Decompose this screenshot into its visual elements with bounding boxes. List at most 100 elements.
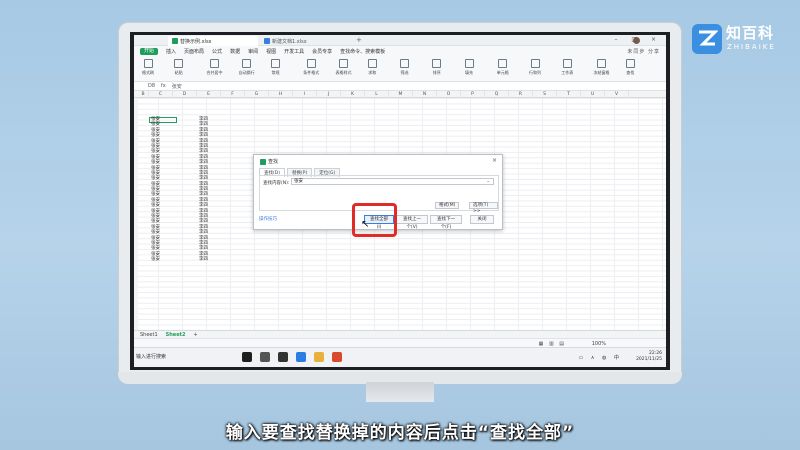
tab-new-workbook[interactable]: 新建文档1.xlsx	[260, 36, 350, 46]
ribbon-item[interactable]: 填充	[464, 59, 474, 76]
menu-item-insert[interactable]: 插入	[166, 48, 176, 55]
ribbon-item-label: 单元格	[496, 70, 509, 75]
app-icon[interactable]	[278, 352, 288, 362]
column-header[interactable]: U	[581, 91, 605, 98]
ribbon-item[interactable]: 排序	[432, 59, 442, 76]
taskbar-search[interactable]: 输入进行搜索	[136, 353, 166, 360]
ribbon-item-label: 常规	[271, 70, 280, 75]
column-header[interactable]: M	[389, 91, 413, 98]
toolbar-icon	[242, 59, 252, 68]
sync-share[interactable]: 未同步 分享	[627, 48, 660, 55]
sheet-tab-1[interactable]: Sheet1	[140, 332, 158, 338]
edge-browser-icon[interactable]	[296, 352, 306, 362]
menu-item-member[interactable]: 会员专享	[312, 48, 332, 55]
clock[interactable]: 22:26 2021/11/25	[636, 351, 662, 363]
command-search[interactable]: 查找命令、搜索模板	[340, 48, 385, 55]
ribbon-item[interactable]: 格式刷	[142, 59, 154, 76]
column-header[interactable]: H	[269, 91, 293, 98]
start-icon[interactable]	[242, 352, 252, 362]
tab-workbook[interactable]: 替换示例.xlsx	[168, 36, 258, 46]
close-button[interactable]: 关闭	[470, 215, 494, 224]
column-header[interactable]: G	[245, 91, 269, 98]
column-header[interactable]: E	[197, 91, 221, 98]
column-header[interactable]: V	[605, 91, 629, 98]
column-header[interactable]: T	[557, 91, 581, 98]
column-header[interactable]: R	[509, 91, 533, 98]
toolbar-icon	[562, 59, 572, 68]
table-row[interactable]: 张安 李四	[149, 257, 219, 262]
row-headers	[134, 98, 138, 330]
menu-item-data[interactable]: 数据	[230, 48, 240, 55]
taskbar-apps	[242, 352, 342, 362]
column-header[interactable]: B	[138, 91, 149, 98]
ribbon-item-label: 粘贴	[174, 70, 183, 75]
find-previous-button[interactable]: 查找上一个(V)	[396, 215, 428, 230]
ribbon-item[interactable]: 冻结窗格	[594, 59, 610, 76]
ribbon-item[interactable]: 条件格式	[303, 59, 319, 76]
find-input[interactable]: 张安 ⌄	[291, 178, 494, 185]
ribbon-item[interactable]: 行和列	[529, 59, 541, 76]
menu-item-home[interactable]: 开始	[140, 47, 159, 55]
add-sheet-icon[interactable]: +	[193, 332, 197, 338]
brand-name-en: ZHIBAIKE	[727, 43, 776, 51]
cell-value[interactable]: 张安	[151, 257, 160, 262]
fx-icon[interactable]: fx	[161, 83, 166, 89]
spreadsheet-icon	[172, 38, 178, 44]
column-header[interactable]: P	[461, 91, 485, 98]
find-next-button[interactable]: 查找下一个(F)	[430, 215, 462, 230]
column-header[interactable]: S	[533, 91, 557, 98]
ribbon-item[interactable]: 求和	[367, 59, 377, 76]
format-button[interactable]: 格式(M)	[435, 202, 460, 209]
ribbon-item[interactable]: 筛选	[400, 59, 409, 76]
ribbon-item[interactable]: 表格样式	[336, 59, 352, 76]
ribbon-item[interactable]: 粘贴	[174, 59, 184, 76]
folder-icon[interactable]	[314, 352, 324, 362]
ribbon-item-label: 查找	[626, 70, 635, 75]
close-icon[interactable]: ×	[492, 157, 497, 164]
ribbon-item[interactable]: 自动换行	[239, 59, 255, 76]
system-tray-icons[interactable]: ▭ ∧ ◍ 中	[578, 354, 622, 361]
ribbon-item-label: 条件格式	[303, 70, 320, 75]
document-icon	[264, 38, 270, 44]
ribbon-item[interactable]: 单元格	[497, 59, 509, 76]
menu-item-page-layout[interactable]: 页面布局	[184, 48, 204, 55]
menu-item-formula[interactable]: 公式	[212, 48, 222, 55]
column-header[interactable]: D	[173, 91, 197, 98]
menu-item-view[interactable]: 视图	[266, 48, 276, 55]
ribbon-item-label: 冻结窗格	[593, 70, 610, 75]
column-header[interactable]: O	[437, 91, 461, 98]
wps-icon[interactable]	[332, 352, 342, 362]
new-tab-icon[interactable]: +	[356, 36, 362, 44]
dialog-title: 查找	[260, 158, 278, 165]
tips-link[interactable]: 操作技巧	[259, 216, 277, 222]
column-header[interactable]: F	[221, 91, 245, 98]
sheet-tab-2[interactable]: Sheet2	[166, 332, 186, 338]
menu-bar: 开始 插入 页面布局 公式 数据 审阅 视图 开发工具 会员专享 查找命令、搜索…	[134, 46, 666, 56]
window-controls[interactable]: – □ ×	[614, 36, 662, 43]
options-button[interactable]: 选项(T) >>	[469, 202, 498, 214]
column-header[interactable]: I	[293, 91, 317, 98]
column-header[interactable]: N	[413, 91, 437, 98]
ribbon-item[interactable]: 常规	[271, 59, 280, 76]
screen: 替换示例.xlsx 新建文档1.xlsx + – □ × 开始 插入 页面布局 …	[134, 35, 666, 367]
mouse-cursor-icon: ↖	[361, 219, 370, 230]
ribbon-item-label: 求和	[368, 70, 377, 75]
menu-item-dev-tools[interactable]: 开发工具	[284, 48, 304, 55]
subtitle-caption: 输入要查找替换掉的内容后点击“查找全部”	[225, 423, 575, 443]
ribbon-item[interactable]: 查找	[625, 59, 635, 76]
cell-reference[interactable]: D8	[148, 83, 155, 89]
column-header[interactable]: C	[149, 91, 173, 98]
formula-input[interactable]: 张安	[172, 83, 182, 90]
cell-value[interactable]: 李四	[199, 257, 208, 262]
task-view-icon[interactable]	[260, 352, 270, 362]
column-header[interactable]: J	[317, 91, 341, 98]
brand-name: 知百科	[726, 24, 775, 42]
column-header[interactable]: K	[341, 91, 365, 98]
column-header[interactable]: Q	[485, 91, 509, 98]
column-header[interactable]: L	[365, 91, 389, 98]
brand-mark-icon	[692, 24, 722, 54]
menu-item-review[interactable]: 审阅	[248, 48, 258, 55]
ribbon-item[interactable]: 工作表	[561, 59, 573, 76]
ribbon-item[interactable]: 合并居中	[207, 59, 223, 76]
chevron-down-icon[interactable]: ⌄	[486, 179, 490, 185]
